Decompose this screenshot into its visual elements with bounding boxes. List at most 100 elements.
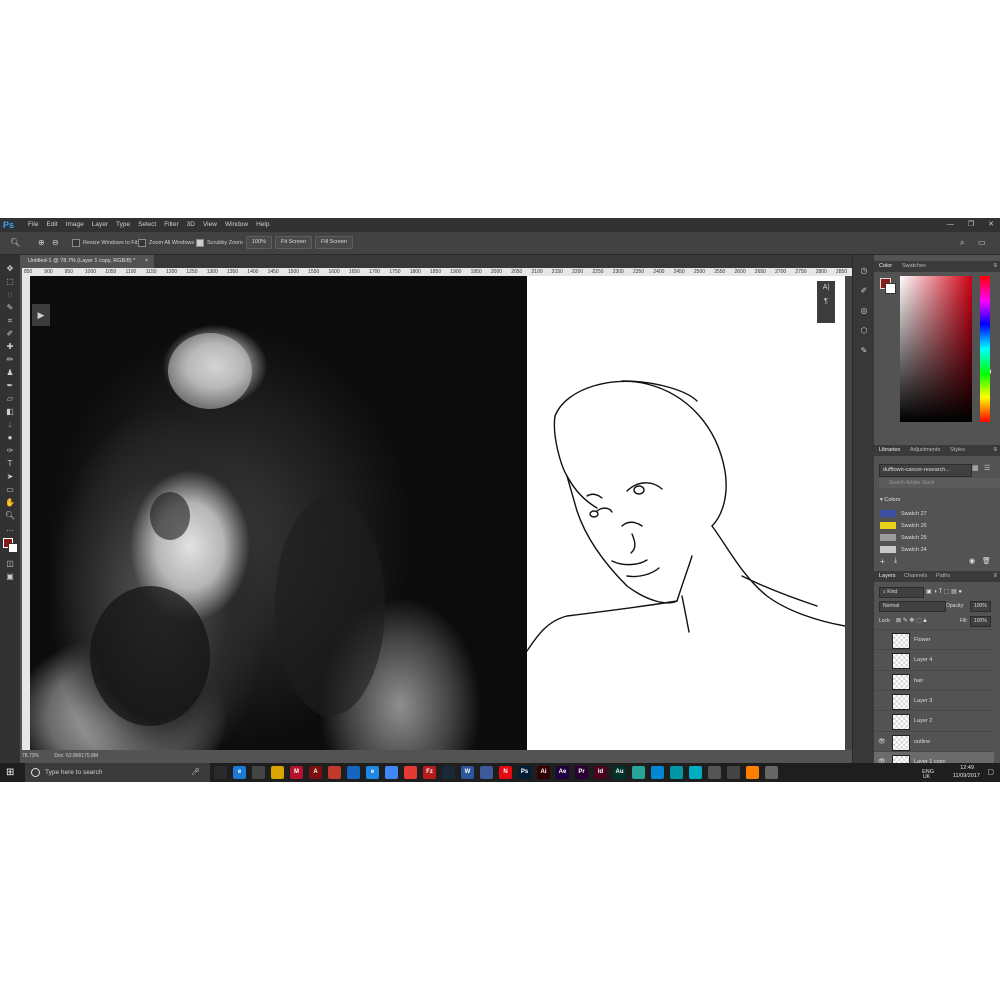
taskbar-app-icon[interactable] bbox=[271, 766, 284, 779]
document-canvas[interactable]: ▶ A| ¶ bbox=[30, 276, 845, 750]
menu-item-image[interactable]: Image bbox=[62, 218, 88, 232]
taskbar-app-icon[interactable] bbox=[746, 766, 759, 779]
taskbar-app-icon[interactable] bbox=[404, 766, 417, 779]
zoom-out-icon[interactable]: ⊖ bbox=[52, 237, 59, 249]
type-tool-icon[interactable]: T bbox=[3, 458, 17, 470]
taskbar-app-icon[interactable]: A bbox=[309, 766, 322, 779]
screen-mode-icon[interactable]: ▣ bbox=[3, 571, 17, 583]
taskbar-app-icon[interactable] bbox=[670, 766, 683, 779]
taskbar-app-icon[interactable]: M bbox=[290, 766, 303, 779]
taskbar-app-icon[interactable]: e bbox=[366, 766, 379, 779]
taskbar-app-icon[interactable] bbox=[385, 766, 398, 779]
blur-tool-icon[interactable]: 💧︎ bbox=[3, 419, 17, 431]
taskbar-app-icon[interactable] bbox=[480, 766, 493, 779]
history-panel-icon[interactable]: ◷ bbox=[858, 265, 870, 277]
restore-icon[interactable]: ❐ bbox=[968, 218, 974, 232]
taskbar-app-icon[interactable] bbox=[442, 766, 455, 779]
menu-item-edit[interactable]: Edit bbox=[42, 218, 61, 232]
minimize-icon[interactable]: — bbox=[947, 218, 954, 232]
layer-kind-filter[interactable]: ⌕ Kind bbox=[879, 587, 924, 598]
zoom-level-status[interactable]: 78.73% bbox=[22, 753, 39, 759]
taskbar-app-icon[interactable] bbox=[328, 766, 341, 779]
menu-item-view[interactable]: View bbox=[199, 218, 221, 232]
quick-mask-icon[interactable]: ◫ bbox=[3, 558, 17, 570]
colors-section-header[interactable]: ▾ Colors bbox=[880, 497, 900, 503]
taskbar-app-icon[interactable] bbox=[347, 766, 360, 779]
taskbar-app-icon[interactable]: Id bbox=[594, 766, 607, 779]
library-swatch-item[interactable]: Swatch 26 bbox=[880, 521, 990, 531]
menu-item-layer[interactable]: Layer bbox=[88, 218, 112, 232]
taskbar-app-icon[interactable]: Au bbox=[613, 766, 626, 779]
document-tab[interactable]: Untitled-1 @ 78.7% (Layer 1 copy, RGB/8)… bbox=[22, 255, 155, 268]
vertical-scrollbar[interactable] bbox=[845, 276, 852, 750]
tab-styles[interactable]: Styles bbox=[950, 445, 965, 456]
layer-row[interactable]: Layer 2 bbox=[874, 710, 994, 731]
background-color-swatch[interactable] bbox=[8, 543, 18, 553]
taskbar-app-icon[interactable]: Ae bbox=[556, 766, 569, 779]
lock-icons[interactable]: ⊠ ✎ ✥ ⬚ 🔒︎ bbox=[896, 616, 927, 626]
menu-item-type[interactable]: Type bbox=[112, 218, 134, 232]
character-panel-icon[interactable]: A| bbox=[817, 281, 835, 295]
layer-visibility-eye-icon[interactable] bbox=[878, 636, 886, 644]
microphone-icon[interactable]: 🎤︎ bbox=[191, 763, 200, 782]
library-swatch-item[interactable]: Swatch 24 bbox=[880, 545, 990, 555]
stock-search-input[interactable]: Search Adobe Stock bbox=[879, 478, 1000, 488]
zoom-all-checkbox[interactable]: Zoom All Windows bbox=[138, 237, 194, 249]
close-tab-icon[interactable]: × bbox=[145, 258, 148, 264]
layer-visibility-eye-icon[interactable] bbox=[878, 677, 886, 685]
taskbar-app-icon[interactable]: e bbox=[233, 766, 246, 779]
library-swatch-item[interactable]: Swatch 27 bbox=[880, 509, 990, 519]
layer-visibility-eye-icon[interactable] bbox=[878, 656, 886, 664]
grid-view-icon[interactable]: ▦ bbox=[972, 464, 979, 472]
taskbar-app-icon[interactable] bbox=[632, 766, 645, 779]
layer-row[interactable]: 👁︎ Layer 1 copy bbox=[874, 750, 994, 763]
layer-visibility-eye-icon[interactable]: 👁︎ bbox=[878, 738, 886, 746]
tab-layers[interactable]: Layers bbox=[879, 571, 896, 582]
marquee-tool-icon[interactable]: ⬚ bbox=[3, 276, 17, 288]
menu-item-3d[interactable]: 3D bbox=[183, 218, 199, 232]
opacity-input[interactable]: 100% bbox=[970, 601, 991, 612]
taskbar-app-icon[interactable]: Ps bbox=[518, 766, 531, 779]
history-brush-icon[interactable]: ✒ bbox=[3, 380, 17, 392]
hand-tool-icon[interactable]: ✋ bbox=[3, 497, 17, 509]
eraser-tool-icon[interactable]: ▱ bbox=[3, 393, 17, 405]
taskbar-app-icon[interactable] bbox=[765, 766, 778, 779]
trash-icon[interactable]: 🗑︎ bbox=[982, 557, 991, 565]
paths-panel-icon[interactable]: ◎ bbox=[858, 305, 870, 317]
close-window-icon[interactable]: ✕ bbox=[988, 218, 994, 232]
taskbar-app-icon[interactable]: Pr bbox=[575, 766, 588, 779]
gradient-tool-icon[interactable]: ◧ bbox=[3, 406, 17, 418]
zoom-tool-icon[interactable]: 🔍︎ bbox=[10, 237, 20, 249]
3d-panel-icon[interactable]: ⬡ bbox=[858, 325, 870, 337]
dodge-tool-icon[interactable]: ● bbox=[3, 432, 17, 444]
taskbar-app-icon[interactable] bbox=[689, 766, 702, 779]
quick-select-tool-icon[interactable]: ✎ bbox=[3, 302, 17, 314]
more-tools-icon[interactable]: ··· bbox=[3, 525, 17, 537]
menu-item-filter[interactable]: Filter bbox=[160, 218, 182, 232]
zoom-in-icon[interactable]: ⊕ bbox=[38, 237, 45, 249]
taskbar-app-icon[interactable]: N bbox=[499, 766, 512, 779]
path-select-tool-icon[interactable]: ➤ bbox=[3, 471, 17, 483]
color-field[interactable] bbox=[900, 276, 991, 422]
panel-background-swatch[interactable] bbox=[885, 283, 896, 294]
tab-swatches[interactable]: Swatches bbox=[902, 261, 926, 272]
layer-row[interactable]: hair bbox=[874, 669, 994, 691]
layer-filter-icons[interactable]: ▣ ◑ T ⬚ ▤ ● bbox=[926, 587, 962, 597]
menu-item-window[interactable]: Window bbox=[221, 218, 252, 232]
clock-time[interactable]: 12:49 bbox=[960, 765, 974, 771]
scrubby-zoom-checkbox[interactable]: Scrubby Zoom bbox=[196, 237, 243, 249]
layer-row[interactable]: Layer 3 bbox=[874, 689, 994, 711]
clock-date[interactable]: 11/09/2017 bbox=[953, 773, 980, 779]
properties-panel-icon[interactable]: ✐ bbox=[858, 285, 870, 297]
taskbar-app-icon[interactable]: W bbox=[461, 766, 474, 779]
workspace-icon[interactable]: ▭ bbox=[978, 237, 986, 249]
pen-tool-icon[interactable]: ✑ bbox=[3, 445, 17, 457]
library-swatch-item[interactable]: Swatch 25 bbox=[880, 533, 990, 543]
menu-item-help[interactable]: Help bbox=[252, 218, 273, 232]
layer-visibility-eye-icon[interactable] bbox=[878, 697, 886, 705]
move-tool-icon[interactable]: ✥ bbox=[3, 263, 17, 275]
paragraph-panel-icon[interactable]: ¶ bbox=[817, 295, 835, 309]
panel-menu-icon[interactable]: ≡ bbox=[993, 445, 997, 456]
tab-color[interactable]: Color bbox=[879, 261, 892, 272]
taskbar-app-icon[interactable] bbox=[708, 766, 721, 779]
